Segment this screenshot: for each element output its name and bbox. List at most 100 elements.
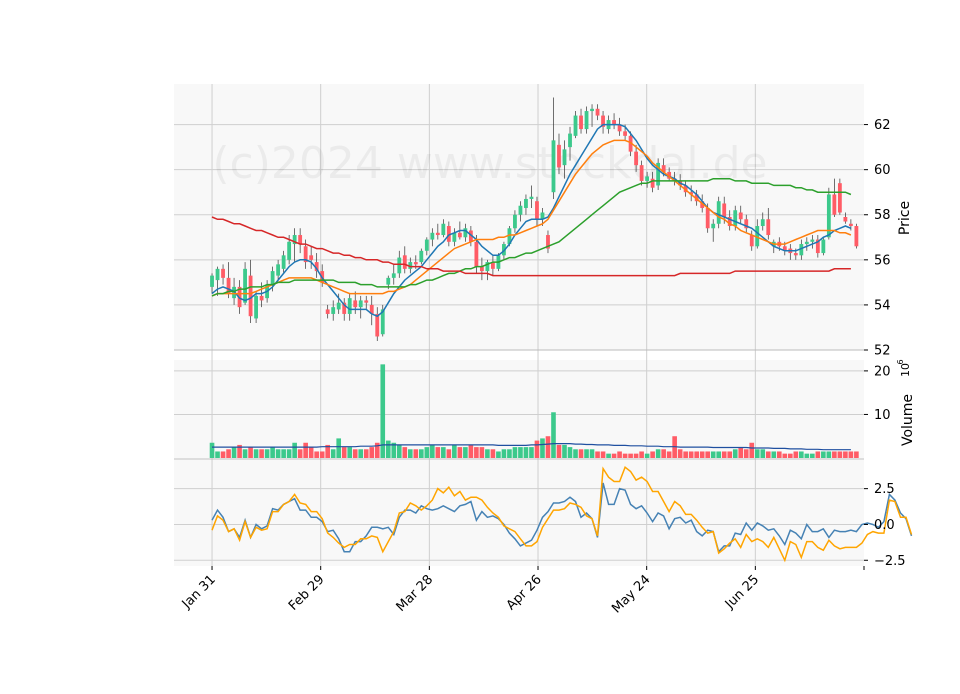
candle-body — [711, 223, 716, 229]
volume-bar — [512, 447, 518, 458]
volume-bar — [787, 453, 793, 458]
candle-body — [276, 264, 281, 276]
candle-body — [551, 140, 556, 193]
volume-bar — [358, 449, 364, 458]
volume-bar — [534, 440, 540, 458]
volume-ylabel: Volume — [900, 394, 916, 446]
volume-bar — [253, 449, 259, 458]
osc-ytick-label: 2.5 — [874, 482, 895, 497]
volume-bar — [468, 444, 474, 458]
volume-bar — [485, 449, 490, 458]
volume-bar — [545, 436, 551, 458]
volume-bar — [727, 451, 733, 458]
volume-bar — [496, 451, 501, 458]
candle-body — [738, 212, 743, 220]
candle-body — [573, 115, 578, 136]
candle-body — [336, 302, 341, 310]
volume-bar — [303, 442, 308, 458]
candle-body — [716, 201, 721, 224]
volume-bar — [242, 449, 248, 458]
candle-body — [419, 250, 424, 263]
volume-bar — [771, 451, 777, 458]
candle-body — [347, 298, 352, 314]
candle-body — [518, 205, 523, 215]
volume-bar — [699, 451, 705, 458]
price-ytick-label: 52 — [874, 344, 891, 359]
candle-body — [325, 309, 330, 314]
volume-bar — [644, 453, 650, 458]
chart-canvas: (c)2024 www.stockdal.de 5254565860621020… — [174, 84, 916, 616]
volume-bar — [319, 451, 325, 458]
volume-bar — [452, 444, 457, 458]
volume-bar — [661, 449, 666, 458]
volume-bar — [396, 444, 402, 458]
price-ylabel: Price — [897, 201, 913, 235]
osc-ytick-label: −2.5 — [874, 554, 906, 569]
candle-body — [832, 194, 837, 215]
volume-bar — [264, 449, 270, 458]
candle-body — [243, 268, 247, 303]
candle-body — [513, 214, 517, 229]
candle-body — [595, 108, 600, 116]
volume-bar — [821, 451, 826, 458]
volume-bar — [826, 451, 832, 458]
candle-body — [413, 262, 418, 265]
volume-bar — [248, 447, 253, 458]
volume-bar — [705, 451, 711, 458]
volume-bar — [782, 453, 788, 458]
candle-body — [854, 226, 859, 247]
volume-ytick-label: 10 — [874, 408, 891, 423]
volume-bar — [507, 449, 512, 458]
volume-bar — [710, 451, 716, 458]
volume-bar — [754, 449, 760, 458]
candle-body — [331, 307, 336, 314]
volume-bar — [567, 447, 573, 458]
volume-bar — [424, 447, 430, 458]
volume-bar — [622, 453, 628, 458]
volume-bar — [562, 444, 567, 458]
volume-bar — [441, 447, 446, 458]
volume-bar — [749, 442, 755, 458]
price-ytick-label: 58 — [874, 208, 891, 223]
volume-bar — [523, 447, 529, 458]
volume-bar — [639, 451, 644, 458]
volume-bar — [363, 449, 369, 458]
volume-scale-exponent: 6 — [896, 359, 905, 364]
candle-body — [535, 201, 539, 220]
candle-body — [358, 300, 363, 308]
candle-body — [590, 108, 594, 112]
candle-body — [375, 313, 380, 337]
volume-bar — [584, 449, 589, 458]
volume-bar — [407, 449, 413, 458]
candle-body — [364, 300, 369, 303]
volume-bar — [231, 447, 237, 458]
candle-body — [650, 178, 655, 188]
volume-bar — [314, 451, 319, 458]
volume-bar — [655, 449, 661, 458]
volume-bar — [743, 449, 749, 458]
volume-bar — [854, 451, 859, 458]
volume-bar — [259, 449, 264, 458]
volume-bar — [650, 451, 655, 458]
panel-bg-1 — [174, 360, 864, 458]
stock-chart: (c)2024 www.stockdal.de 52 54 56 58 60 62 10 20… — [0, 0, 960, 690]
candle-body — [386, 277, 391, 285]
candle-body — [353, 300, 358, 308]
candle-body — [584, 111, 589, 130]
volume-bar — [286, 449, 292, 458]
volume-bar — [628, 453, 633, 458]
volume-bar — [738, 447, 744, 458]
volume-bar — [347, 447, 353, 458]
candle-body — [810, 239, 815, 242]
volume-bar — [832, 451, 837, 458]
volume-bar — [430, 444, 435, 458]
candle-body — [749, 235, 754, 247]
volume-bar — [292, 442, 297, 458]
volume-bar — [600, 451, 606, 458]
candle-body — [441, 223, 446, 236]
candle-body — [210, 275, 214, 287]
candle-body — [837, 183, 842, 213]
candle-body — [474, 241, 479, 267]
volume-bar — [529, 447, 534, 458]
xtick-label: Jun 25 — [722, 572, 762, 612]
